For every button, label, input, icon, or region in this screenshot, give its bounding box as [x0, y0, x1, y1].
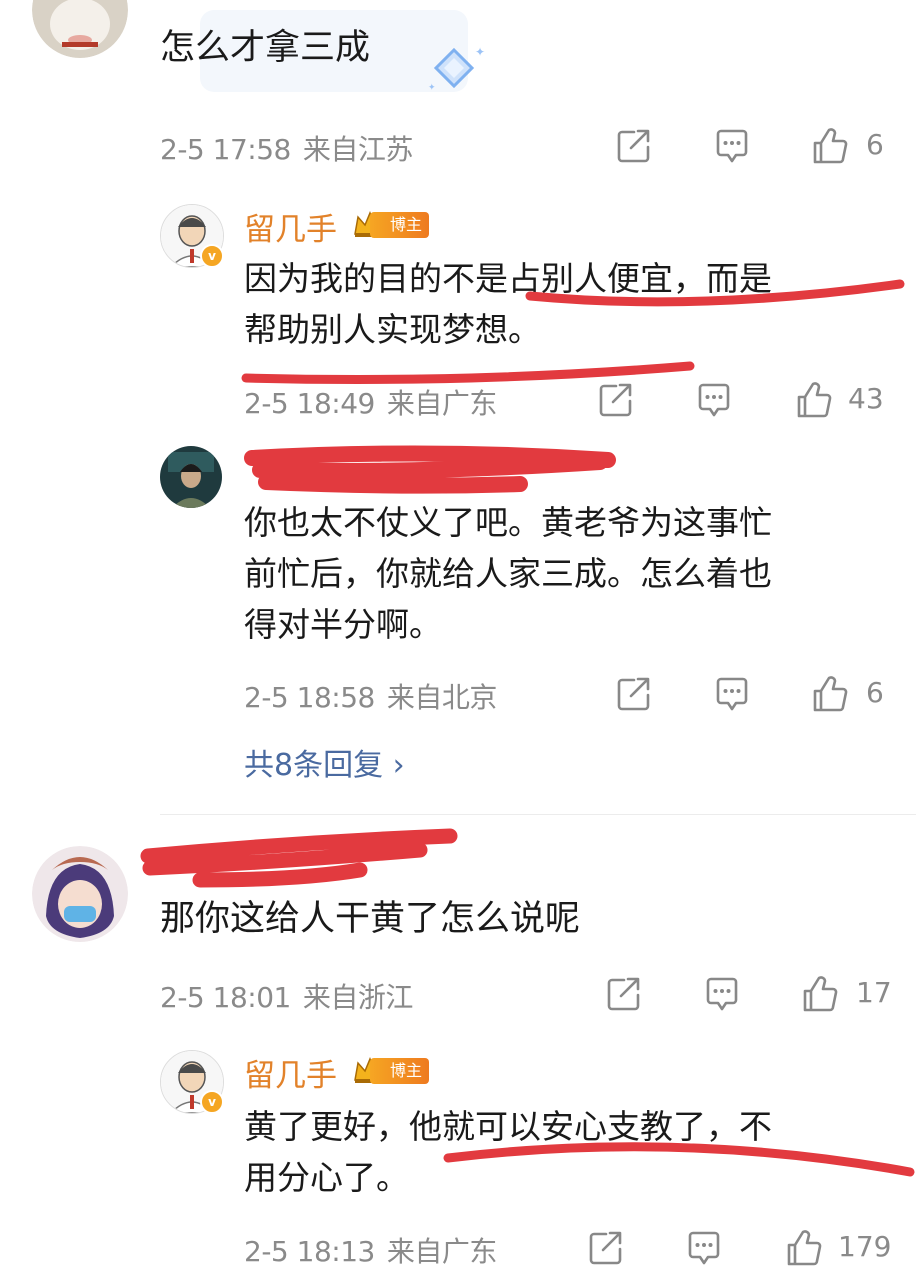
share-icon[interactable] [586, 1228, 626, 1268]
verified-badge-icon: v [200, 1090, 224, 1114]
reply-text-line: 前忙后，你就给人家三成。怎么着也 [244, 554, 772, 593]
reply-text-line: 帮助别人实现梦想。 [244, 310, 541, 349]
like-icon[interactable] [784, 1228, 824, 1268]
comment-icon[interactable] [684, 1228, 724, 1268]
comment-meta: 2-5 18:01 来自浙江 [160, 976, 413, 1016]
blogger-tag: 博主 [370, 212, 430, 238]
share-icon[interactable] [596, 380, 636, 420]
like-count: 17 [856, 976, 892, 1009]
comment-divider [160, 814, 916, 815]
red-underline-mark [241, 361, 695, 384]
reply-username[interactable]: 留几手 [244, 204, 337, 249]
reply-text-line: 用分心了。 [244, 1158, 409, 1197]
like-count: 6 [866, 676, 884, 709]
share-icon[interactable] [604, 974, 644, 1014]
like-count: 179 [838, 1230, 892, 1263]
comment-icon[interactable] [712, 674, 752, 714]
reply-text-line: 得对半分啊。 [244, 605, 442, 644]
reply-meta: 2-5 18:58 来自北京 [244, 676, 497, 716]
avatar[interactable] [32, 0, 128, 58]
reply-time: 2-5 18:49 [244, 387, 375, 420]
reply-meta: 2-5 18:13 来自广东 [244, 1230, 497, 1270]
reply-location: 来自广东 [386, 387, 498, 420]
share-icon[interactable] [614, 126, 654, 166]
comment-location: 来自浙江 [302, 981, 414, 1014]
like-count: 6 [866, 128, 884, 161]
comment-location: 来自江苏 [302, 133, 414, 166]
verified-badge-icon: v [200, 244, 224, 268]
reply-meta: 2-5 18:49 来自广东 [244, 382, 497, 422]
comment-icon[interactable] [702, 974, 742, 1014]
share-icon[interactable] [614, 674, 654, 714]
red-redaction-mark [140, 828, 458, 888]
reply-text-line: 黄了更好，他就可以安心支教了，不 [244, 1107, 772, 1146]
reply-text-line: 你也太不仗义了吧。黄老爷为这事忙 [244, 503, 772, 542]
comment-time: 2-5 17:58 [160, 133, 291, 166]
more-replies-link[interactable]: 共8条回复 › [244, 740, 405, 784]
comment-meta: 2-5 17:58 来自江苏 [160, 128, 413, 168]
reply-time: 2-5 18:58 [244, 681, 375, 714]
diamond-icon: ✦ ✦ [428, 45, 485, 93]
comment-text: 那你这给人干黄了怎么说呢 [160, 899, 581, 939]
reply-username[interactable]: 留几手 [244, 1050, 337, 1095]
comment-text: 怎么才拿三成 [160, 28, 371, 68]
avatar[interactable] [160, 446, 222, 508]
reply-location: 来自广东 [386, 1235, 498, 1268]
like-icon[interactable] [810, 126, 850, 166]
avatar[interactable] [32, 846, 128, 942]
comment-icon[interactable] [712, 126, 752, 166]
like-count: 43 [848, 382, 884, 415]
red-redaction-mark [244, 445, 616, 494]
svg-text:✦: ✦ [428, 83, 436, 93]
reply-text-line: 因为我的目的不是占别人便宜，而是 [244, 259, 772, 298]
reply-location: 来自北京 [386, 681, 498, 714]
like-icon[interactable] [810, 674, 850, 714]
comment-time: 2-5 18:01 [160, 981, 291, 1014]
like-icon[interactable] [800, 974, 840, 1014]
svg-text:✦: ✦ [475, 45, 485, 59]
reply-time: 2-5 18:13 [244, 1235, 375, 1268]
red-annotation-overlay [140, 279, 915, 1177]
comment-icon[interactable] [694, 380, 734, 420]
like-icon[interactable] [794, 380, 834, 420]
blogger-tag: 博主 [370, 1058, 430, 1084]
